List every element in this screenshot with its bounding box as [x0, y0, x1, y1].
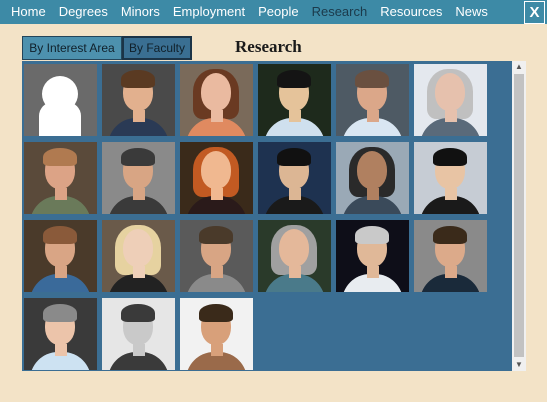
nav-news[interactable]: News: [455, 0, 488, 24]
photo-hair: [121, 304, 155, 322]
page-title: Research: [235, 37, 302, 56]
nav-research[interactable]: Research: [312, 0, 368, 24]
tab-by-faculty[interactable]: By Faculty: [122, 36, 192, 60]
nav-employment[interactable]: Employment: [173, 0, 245, 24]
faculty-photo[interactable]: [336, 220, 409, 292]
faculty-photo[interactable]: [24, 298, 97, 370]
photo-neck: [133, 110, 145, 122]
faculty-photo[interactable]: [258, 142, 331, 214]
faculty-photo[interactable]: [258, 220, 331, 292]
nav-degrees[interactable]: Degrees: [59, 0, 108, 24]
photo-face: [357, 151, 387, 189]
scrollbar-thumb[interactable]: [514, 74, 524, 357]
faculty-photo[interactable]: [258, 64, 331, 136]
close-button[interactable]: X: [524, 1, 545, 24]
photo-neck: [367, 110, 379, 122]
photo-hair: [43, 148, 77, 166]
photo-neck: [211, 110, 223, 122]
nav-people[interactable]: People: [258, 0, 298, 24]
top-navigation-bar: Home Degrees Minors Employment People Re…: [0, 0, 547, 24]
faculty-photo[interactable]: [414, 220, 487, 292]
photo-hair: [43, 226, 77, 244]
faculty-panel: ▲ ▼: [22, 61, 526, 371]
faculty-photo[interactable]: [414, 142, 487, 214]
photo-neck: [211, 188, 223, 200]
faculty-photo[interactable]: [102, 64, 175, 136]
photo-hair: [433, 148, 467, 166]
photo-face: [201, 73, 231, 111]
photo-neck: [55, 344, 67, 356]
photo-neck: [367, 266, 379, 278]
photo-hair: [277, 70, 311, 88]
photo-face: [123, 229, 153, 267]
person-silhouette-head: [42, 76, 78, 112]
faculty-photo[interactable]: [102, 220, 175, 292]
faculty-photo[interactable]: [24, 220, 97, 292]
photo-neck: [211, 266, 223, 278]
faculty-photo[interactable]: [180, 142, 253, 214]
faculty-photo-grid: [24, 64, 510, 370]
nav-minors[interactable]: Minors: [121, 0, 160, 24]
photo-neck: [289, 266, 301, 278]
scroll-up-arrow-icon[interactable]: ▲: [512, 61, 526, 73]
photo-neck: [445, 110, 457, 122]
photo-hair: [199, 304, 233, 322]
photo-hair: [121, 70, 155, 88]
photo-neck: [55, 266, 67, 278]
photo-neck: [211, 344, 223, 356]
photo-hair: [277, 148, 311, 166]
photo-neck: [55, 188, 67, 200]
scroll-down-arrow-icon[interactable]: ▼: [512, 359, 526, 371]
photo-neck: [445, 188, 457, 200]
nav-home[interactable]: Home: [11, 0, 46, 24]
faculty-photo[interactable]: [102, 298, 175, 370]
vertical-scrollbar[interactable]: ▲ ▼: [512, 61, 526, 371]
photo-neck: [289, 110, 301, 122]
faculty-photo[interactable]: [414, 64, 487, 136]
photo-neck: [445, 266, 457, 278]
photo-neck: [133, 344, 145, 356]
faculty-photo[interactable]: [24, 64, 97, 136]
photo-neck: [133, 188, 145, 200]
faculty-photo[interactable]: [336, 142, 409, 214]
photo-hair: [121, 148, 155, 166]
faculty-photo[interactable]: [180, 298, 253, 370]
faculty-photo[interactable]: [336, 64, 409, 136]
nav-resources[interactable]: Resources: [380, 0, 442, 24]
photo-neck: [367, 188, 379, 200]
photo-hair: [199, 226, 233, 244]
photo-face: [279, 229, 309, 267]
faculty-photo[interactable]: [102, 142, 175, 214]
photo-neck: [289, 188, 301, 200]
faculty-photo[interactable]: [24, 142, 97, 214]
faculty-photo[interactable]: [180, 64, 253, 136]
photo-hair: [43, 304, 77, 322]
photo-face: [201, 151, 231, 189]
tab-by-interest-area[interactable]: By Interest Area: [22, 36, 122, 60]
photo-face: [435, 73, 465, 111]
photo-hair: [433, 226, 467, 244]
photo-hair: [355, 70, 389, 88]
photo-hair: [355, 226, 389, 244]
faculty-photo[interactable]: [180, 220, 253, 292]
photo-neck: [133, 266, 145, 278]
